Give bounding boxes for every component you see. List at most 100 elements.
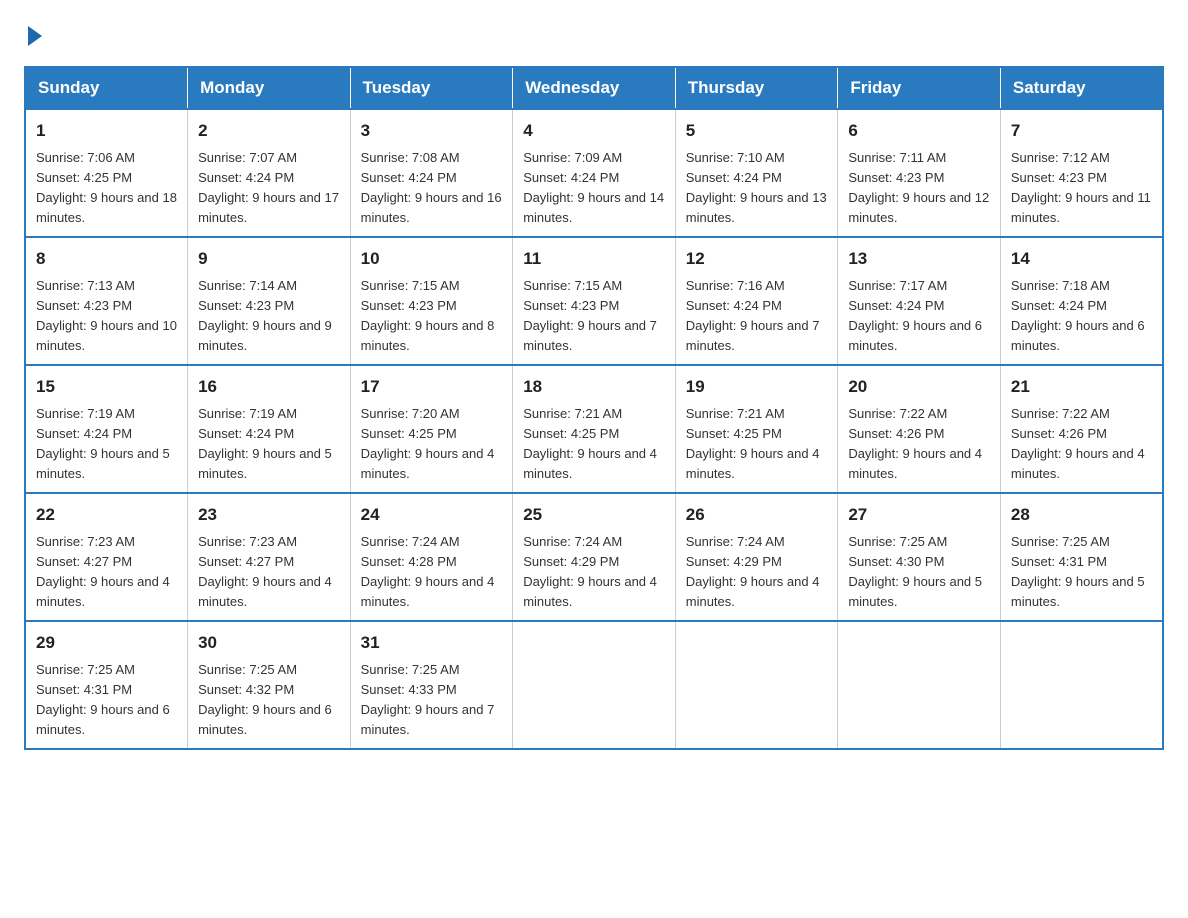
day-number: 26 (686, 502, 828, 528)
calendar-day-cell: 6 Sunrise: 7:11 AMSunset: 4:23 PMDaylight… (838, 109, 1001, 237)
calendar-header-row: SundayMondayTuesdayWednesdayThursdayFrid… (25, 67, 1163, 109)
day-number: 10 (361, 246, 503, 272)
day-number: 20 (848, 374, 990, 400)
day-number: 19 (686, 374, 828, 400)
day-number: 8 (36, 246, 177, 272)
logo-arrow-icon (28, 26, 42, 46)
day-number: 5 (686, 118, 828, 144)
calendar-day-cell: 16Sunrise: 7:19 AMSunset: 4:24 PMDayligh… (188, 365, 351, 493)
day-info: Sunrise: 7:19 AMSunset: 4:24 PMDaylight:… (36, 404, 177, 485)
calendar-day-cell: 17 Sunrise: 7:20 AMSunset: 4:25 PMDayligh… (350, 365, 513, 493)
day-info: Sunrise: 7:12 AMSunset: 4:23 PMDaylight:… (1011, 148, 1152, 229)
day-number: 29 (36, 630, 177, 656)
calendar-day-header: Sunday (25, 67, 188, 109)
day-number: 15 (36, 374, 177, 400)
day-number: 12 (686, 246, 828, 272)
calendar-day-cell: 1 Sunrise: 7:06 AMSunset: 4:25 PMDaylight… (25, 109, 188, 237)
calendar-day-cell: 19 Sunrise: 7:21 AMSunset: 4:25 PMDayligh… (675, 365, 838, 493)
day-info: Sunrise: 7:24 AMSunset: 4:29 PMDaylight:… (523, 532, 665, 613)
calendar-week-row: 1 Sunrise: 7:06 AMSunset: 4:25 PMDaylight… (25, 109, 1163, 237)
page-header (24, 24, 1164, 46)
calendar-day-cell: 7 Sunrise: 7:12 AMSunset: 4:23 PMDaylight… (1000, 109, 1163, 237)
day-info: Sunrise: 7:17 AMSunset: 4:24 PMDaylight:… (848, 276, 990, 357)
day-number: 18 (523, 374, 665, 400)
day-info: Sunrise: 7:10 AMSunset: 4:24 PMDaylight:… (686, 148, 828, 229)
day-number: 9 (198, 246, 340, 272)
day-info: Sunrise: 7:20 AMSunset: 4:25 PMDaylight:… (361, 404, 503, 485)
day-info: Sunrise: 7:18 AMSunset: 4:24 PMDaylight:… (1011, 276, 1152, 357)
day-number: 24 (361, 502, 503, 528)
day-number: 14 (1011, 246, 1152, 272)
calendar-week-row: 29 Sunrise: 7:25 AMSunset: 4:31 PMDayligh… (25, 621, 1163, 749)
calendar-day-cell: 22 Sunrise: 7:23 AMSunset: 4:27 PMDayligh… (25, 493, 188, 621)
day-number: 25 (523, 502, 665, 528)
day-info: Sunrise: 7:06 AMSunset: 4:25 PMDaylight:… (36, 148, 177, 229)
day-info: Sunrise: 7:25 AMSunset: 4:31 PMDaylight:… (1011, 532, 1152, 613)
day-info: Sunrise: 7:21 AMSunset: 4:25 PMDaylight:… (523, 404, 665, 485)
day-info: Sunrise: 7:16 AMSunset: 4:24 PMDaylight:… (686, 276, 828, 357)
logo (24, 24, 42, 46)
day-info: Sunrise: 7:22 AMSunset: 4:26 PMDaylight:… (1011, 404, 1152, 485)
calendar-day-cell (1000, 621, 1163, 749)
calendar-day-cell: 26 Sunrise: 7:24 AMSunset: 4:29 PMDayligh… (675, 493, 838, 621)
calendar-week-row: 22 Sunrise: 7:23 AMSunset: 4:27 PMDayligh… (25, 493, 1163, 621)
calendar-day-cell: 12 Sunrise: 7:16 AMSunset: 4:24 PMDayligh… (675, 237, 838, 365)
calendar-day-header: Friday (838, 67, 1001, 109)
calendar-day-cell (675, 621, 838, 749)
day-number: 6 (848, 118, 990, 144)
calendar-day-cell: 21 Sunrise: 7:22 AMSunset: 4:26 PMDayligh… (1000, 365, 1163, 493)
day-info: Sunrise: 7:14 AMSunset: 4:23 PMDaylight:… (198, 276, 340, 357)
day-number: 28 (1011, 502, 1152, 528)
day-info: Sunrise: 7:07 AMSunset: 4:24 PMDaylight:… (198, 148, 340, 229)
day-info: Sunrise: 7:11 AMSunset: 4:23 PMDaylight:… (848, 148, 990, 229)
day-info: Sunrise: 7:08 AMSunset: 4:24 PMDaylight:… (361, 148, 503, 229)
day-number: 13 (848, 246, 990, 272)
day-number: 23 (198, 502, 340, 528)
calendar-day-cell: 3Sunrise: 7:08 AMSunset: 4:24 PMDaylight… (350, 109, 513, 237)
day-info: Sunrise: 7:25 AMSunset: 4:32 PMDaylight:… (198, 660, 340, 741)
calendar-day-cell: 18 Sunrise: 7:21 AMSunset: 4:25 PMDayligh… (513, 365, 676, 493)
day-info: Sunrise: 7:24 AMSunset: 4:28 PMDaylight:… (361, 532, 503, 613)
day-info: Sunrise: 7:15 AMSunset: 4:23 PMDaylight:… (361, 276, 503, 357)
calendar-day-cell: 31Sunrise: 7:25 AMSunset: 4:33 PMDayligh… (350, 621, 513, 749)
calendar-day-cell: 2 Sunrise: 7:07 AMSunset: 4:24 PMDaylight… (188, 109, 351, 237)
day-number: 21 (1011, 374, 1152, 400)
calendar-day-header: Wednesday (513, 67, 676, 109)
calendar-day-cell: 13 Sunrise: 7:17 AMSunset: 4:24 PMDayligh… (838, 237, 1001, 365)
calendar-day-cell (838, 621, 1001, 749)
calendar-day-header: Saturday (1000, 67, 1163, 109)
day-info: Sunrise: 7:23 AMSunset: 4:27 PMDaylight:… (36, 532, 177, 613)
day-info: Sunrise: 7:09 AMSunset: 4:24 PMDaylight:… (523, 148, 665, 229)
calendar-day-cell: 5 Sunrise: 7:10 AMSunset: 4:24 PMDaylight… (675, 109, 838, 237)
day-number: 7 (1011, 118, 1152, 144)
day-number: 22 (36, 502, 177, 528)
calendar-day-header: Thursday (675, 67, 838, 109)
calendar-day-cell: 14 Sunrise: 7:18 AMSunset: 4:24 PMDayligh… (1000, 237, 1163, 365)
calendar-table: SundayMondayTuesdayWednesdayThursdayFrid… (24, 66, 1164, 750)
day-number: 27 (848, 502, 990, 528)
day-number: 17 (361, 374, 503, 400)
day-info: Sunrise: 7:21 AMSunset: 4:25 PMDaylight:… (686, 404, 828, 485)
day-number: 16 (198, 374, 340, 400)
calendar-day-cell: 25 Sunrise: 7:24 AMSunset: 4:29 PMDayligh… (513, 493, 676, 621)
calendar-day-cell: 4Sunrise: 7:09 AMSunset: 4:24 PMDaylight… (513, 109, 676, 237)
calendar-day-cell: 10 Sunrise: 7:15 AMSunset: 4:23 PMDayligh… (350, 237, 513, 365)
day-info: Sunrise: 7:25 AMSunset: 4:33 PMDaylight:… (361, 660, 503, 741)
day-number: 11 (523, 246, 665, 272)
calendar-week-row: 8 Sunrise: 7:13 AMSunset: 4:23 PMDaylight… (25, 237, 1163, 365)
calendar-day-cell (513, 621, 676, 749)
calendar-day-cell: 27 Sunrise: 7:25 AMSunset: 4:30 PMDayligh… (838, 493, 1001, 621)
calendar-day-cell: 24 Sunrise: 7:24 AMSunset: 4:28 PMDayligh… (350, 493, 513, 621)
calendar-day-header: Tuesday (350, 67, 513, 109)
day-info: Sunrise: 7:13 AMSunset: 4:23 PMDaylight:… (36, 276, 177, 357)
calendar-day-cell: 15 Sunrise: 7:19 AMSunset: 4:24 PMDayligh… (25, 365, 188, 493)
calendar-day-cell: 20 Sunrise: 7:22 AMSunset: 4:26 PMDayligh… (838, 365, 1001, 493)
day-number: 2 (198, 118, 340, 144)
calendar-day-cell: 11Sunrise: 7:15 AMSunset: 4:23 PMDayligh… (513, 237, 676, 365)
day-info: Sunrise: 7:25 AMSunset: 4:30 PMDaylight:… (848, 532, 990, 613)
day-info: Sunrise: 7:24 AMSunset: 4:29 PMDaylight:… (686, 532, 828, 613)
day-info: Sunrise: 7:25 AMSunset: 4:31 PMDaylight:… (36, 660, 177, 741)
day-info: Sunrise: 7:22 AMSunset: 4:26 PMDaylight:… (848, 404, 990, 485)
calendar-day-cell: 28 Sunrise: 7:25 AMSunset: 4:31 PMDayligh… (1000, 493, 1163, 621)
day-number: 1 (36, 118, 177, 144)
